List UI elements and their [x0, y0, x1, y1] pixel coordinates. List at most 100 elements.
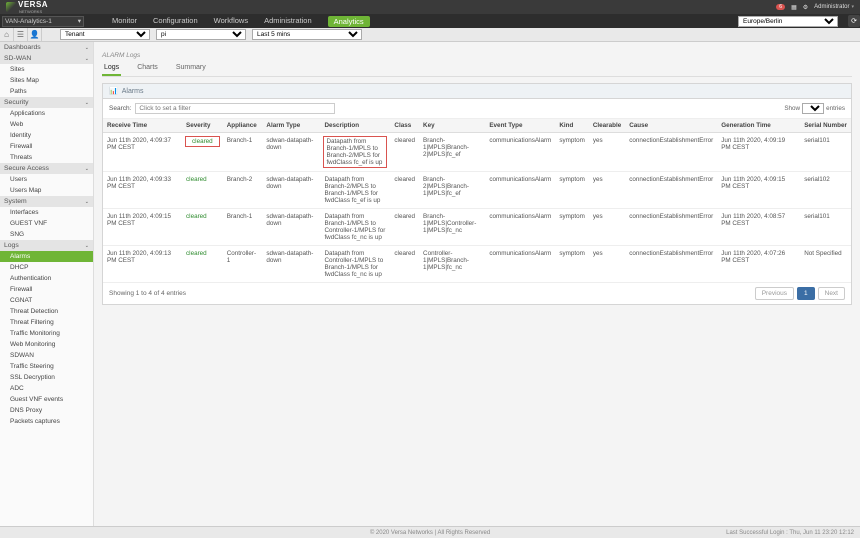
content-tabs: Logs Charts Summary: [102, 61, 852, 77]
main-tab-administration[interactable]: Administration: [264, 16, 312, 27]
pager: Showing 1 to 4 of 4 entries Previous 1 N…: [103, 283, 851, 304]
content-tab-logs[interactable]: Logs: [102, 61, 121, 76]
filter-tenant[interactable]: Tenant: [60, 29, 150, 40]
table-row[interactable]: Jun 11th 2020, 4:09:37 PM CESTclearedBra…: [103, 133, 851, 172]
col-appliance[interactable]: Appliance: [223, 119, 263, 133]
user-icon[interactable]: 👤: [28, 28, 42, 41]
table-row[interactable]: Jun 11th 2020, 4:09:33 PM CESTclearedBra…: [103, 172, 851, 209]
main-tab-monitor[interactable]: Monitor: [112, 16, 137, 27]
sidebar-item-threat-filtering[interactable]: Threat Filtering: [0, 317, 93, 328]
sidebar-item-web[interactable]: Web: [0, 119, 93, 130]
sidebar-item-traffic-steering[interactable]: Traffic Steering: [0, 361, 93, 372]
entries-suffix: entries: [826, 105, 845, 112]
sidebar-item-alarms[interactable]: Alarms: [0, 251, 93, 262]
col-cause[interactable]: Cause: [625, 119, 717, 133]
side-group-dashboards[interactable]: Dashboards⌄: [0, 42, 93, 53]
sidebar-item-packets-captures[interactable]: Packets captures: [0, 416, 93, 427]
col-key[interactable]: Key: [419, 119, 485, 133]
col-serial-number[interactable]: Serial Number: [800, 119, 851, 133]
search-row: Search: Show entries: [103, 99, 851, 119]
col-clearable[interactable]: Clearable: [589, 119, 625, 133]
table-row[interactable]: Jun 11th 2020, 4:09:15 PM CESTclearedBra…: [103, 209, 851, 246]
sidebar-item-firewall[interactable]: Firewall: [0, 141, 93, 152]
timezone-select[interactable]: Europe/Berlin: [738, 16, 838, 27]
sidebar-item-ssl-decryption[interactable]: SSL Decryption: [0, 372, 93, 383]
side-group-logs[interactable]: Logs⌄: [0, 240, 93, 251]
panel-title: Alarms: [122, 88, 144, 95]
sidebar-item-users-map[interactable]: Users Map: [0, 185, 93, 196]
col-alarm-type[interactable]: Alarm Type: [262, 119, 320, 133]
sidebar-item-authentication[interactable]: Authentication: [0, 273, 93, 284]
sidebar-item-threats[interactable]: Threats: [0, 152, 93, 163]
sidebar: Dashboards⌄SD-WAN⌄SitesSites MapPathsSec…: [0, 42, 94, 526]
sidebar-item-users[interactable]: Users: [0, 174, 93, 185]
settings-icon[interactable]: ⚙: [803, 4, 808, 11]
col-event-type[interactable]: Event Type: [485, 119, 555, 133]
sidebar-item-sdwan[interactable]: SDWAN: [0, 350, 93, 361]
col-severity[interactable]: Severity: [182, 119, 223, 133]
show-prefix: Show: [784, 105, 800, 112]
notification-badge[interactable]: 6: [776, 4, 785, 10]
sidebar-item-sites[interactable]: Sites: [0, 64, 93, 75]
sidebar-item-guest-vnf-events[interactable]: Guest VNF events: [0, 394, 93, 405]
sidebar-item-applications[interactable]: Applications: [0, 108, 93, 119]
entries-select[interactable]: [802, 103, 824, 114]
icon-row: ⌂ ☰ 👤 Tenant pi Last 5 mins: [0, 28, 860, 42]
pager-prev[interactable]: Previous: [755, 287, 794, 300]
side-group-security[interactable]: Security⌄: [0, 97, 93, 108]
panel-header: 📊 Alarms: [103, 84, 851, 99]
sidebar-item-threat-detection[interactable]: Threat Detection: [0, 306, 93, 317]
sidebar-item-paths[interactable]: Paths: [0, 86, 93, 97]
main-tabs: Monitor Configuration Workflows Administrat…: [112, 16, 370, 27]
pager-current[interactable]: 1: [797, 287, 815, 300]
nav-row: VAN-Analytics-1▾ Monitor Configuration Wor…: [0, 14, 860, 28]
footer-right: Last Successful Login : Thu, Jun 11 23:2…: [726, 530, 854, 536]
timezone-area: Europe/Berlin: [738, 16, 838, 27]
side-group-system[interactable]: System⌄: [0, 196, 93, 207]
pager-next[interactable]: Next: [818, 287, 845, 300]
filter-pi[interactable]: pi: [156, 29, 246, 40]
sidebar-item-sites-map[interactable]: Sites Map: [0, 75, 93, 86]
sidebar-item-guest-vnf[interactable]: GUEST VNF: [0, 218, 93, 229]
brand-name: VERSA: [18, 0, 48, 9]
main-tab-workflows[interactable]: Workflows: [214, 16, 248, 27]
side-group-secure-access[interactable]: Secure Access⌄: [0, 163, 93, 174]
sidebar-item-cgnat[interactable]: CGNAT: [0, 295, 93, 306]
grid-icon[interactable]: ▦: [791, 4, 797, 11]
table-body: Jun 11th 2020, 4:09:37 PM CESTclearedBra…: [103, 133, 851, 283]
refresh-button[interactable]: ⟳: [848, 15, 860, 27]
col-description[interactable]: Description: [320, 119, 390, 133]
sidebar-item-sng[interactable]: SNG: [0, 229, 93, 240]
filter-range[interactable]: Last 5 mins: [252, 29, 362, 40]
brand-sub: NETWORKS: [19, 9, 48, 14]
sidebar-item-interfaces[interactable]: Interfaces: [0, 207, 93, 218]
col-kind[interactable]: Kind: [555, 119, 589, 133]
col-class[interactable]: Class: [390, 119, 419, 133]
sidebar-item-identity[interactable]: Identity: [0, 130, 93, 141]
sidebar-item-dns-proxy[interactable]: DNS Proxy: [0, 405, 93, 416]
table-row[interactable]: Jun 11th 2020, 4:09:13 PM CESTclearedCon…: [103, 246, 851, 283]
main-area: Dashboards⌄SD-WAN⌄SitesSites MapPathsSec…: [0, 42, 860, 526]
topbar: VERSA NETWORKS 6 ▦ ⚙ Administrator: [0, 0, 860, 14]
pager-info: Showing 1 to 4 of 4 entries: [109, 290, 186, 297]
side-group-sd-wan[interactable]: SD-WAN⌄: [0, 53, 93, 64]
brand-logo-icon: [6, 2, 16, 12]
user-menu[interactable]: Administrator: [814, 4, 854, 10]
user-label: Administrator: [814, 4, 849, 10]
search-input[interactable]: [135, 103, 335, 114]
sidebar-item-adc[interactable]: ADC: [0, 383, 93, 394]
home-icon[interactable]: ⌂: [0, 28, 14, 41]
main-tab-configuration[interactable]: Configuration: [153, 16, 198, 27]
sidebar-item-traffic-monitoring[interactable]: Traffic Monitoring: [0, 328, 93, 339]
footer-center: © 2020 Versa Networks | All Rights Reser…: [370, 530, 490, 536]
sidebar-item-web-monitoring[interactable]: Web Monitoring: [0, 339, 93, 350]
list-icon[interactable]: ☰: [14, 28, 28, 41]
col-generation-time[interactable]: Generation Time: [717, 119, 800, 133]
content-tab-summary[interactable]: Summary: [174, 61, 208, 76]
tenant-selector[interactable]: VAN-Analytics-1▾: [2, 16, 84, 27]
main-tab-analytics[interactable]: Analytics: [328, 16, 370, 27]
sidebar-item-firewall[interactable]: Firewall: [0, 284, 93, 295]
col-receive-time[interactable]: Receive Time: [103, 119, 182, 133]
sidebar-item-dhcp[interactable]: DHCP: [0, 262, 93, 273]
content-tab-charts[interactable]: Charts: [135, 61, 160, 76]
